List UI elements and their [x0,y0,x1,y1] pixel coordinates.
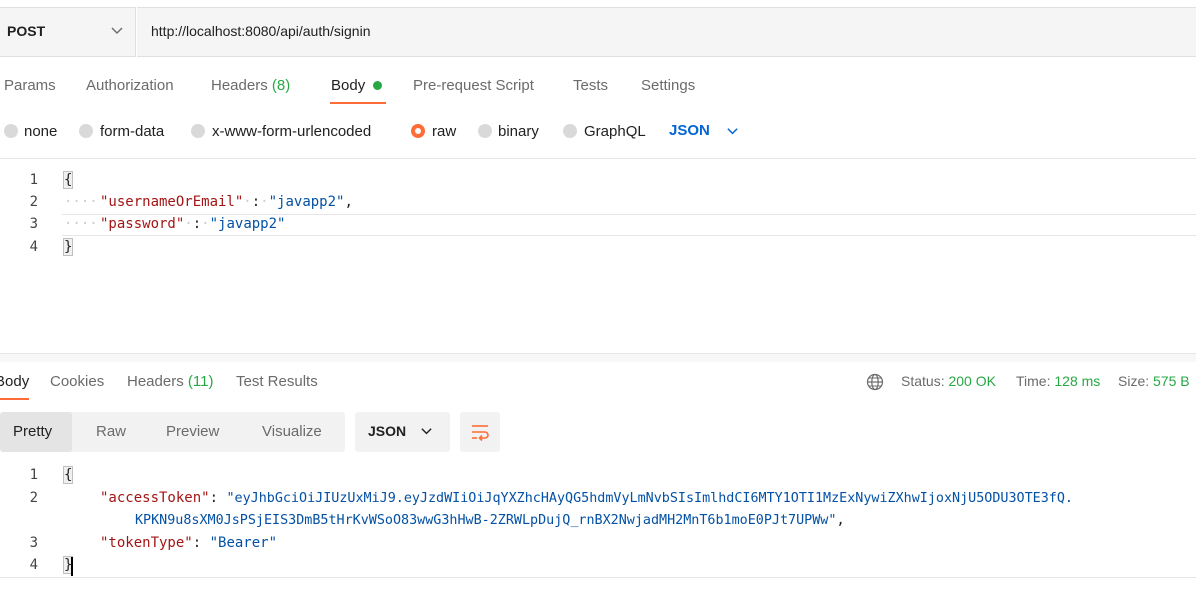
size-label[interactable]: Size: 575 B [1118,373,1190,389]
tab-headers[interactable]: Headers (8) [211,77,290,94]
open-brace: { [62,466,74,484]
radio-binary[interactable] [478,124,492,138]
view-mode-pretty[interactable]: Pretty [13,423,52,440]
tab-body[interactable]: Body [331,77,365,94]
globe-icon[interactable] [866,373,884,391]
body-indicator-dot [373,81,382,90]
line-number: 1 [29,467,38,483]
json-key: "tokenType" [100,535,193,551]
json-key: "accessToken" [100,490,210,506]
line-number: 3 [29,535,38,551]
status-label: Status: 200 OK [901,373,996,389]
response-format-label: JSON [368,423,407,439]
line-number: 4 [29,239,38,255]
time-value: 128 ms [1054,373,1101,389]
view-mode-raw[interactable]: Raw [96,423,126,440]
tab-settings[interactable]: Settings [641,77,695,94]
chevron-down-icon[interactable] [110,24,124,38]
response-tab-cookies[interactable]: Cookies [50,373,104,390]
json-value: "javapp2" [268,194,345,210]
json-value: "eyJhbGciOiJIUzUxMiJ9.eyJzdWIiOiJqYXZhcH… [226,491,1073,506]
response-tab-test-results[interactable]: Test Results [236,373,318,390]
radio-form-data-label: form-data [100,123,165,140]
chevron-down-icon [421,428,432,435]
wrap-lines-icon [472,425,489,442]
response-tab-headers[interactable]: Headers (11) [127,373,213,390]
line-number: 2 [29,194,38,210]
code-line-2-wrap: KPKN9u8sXM0JsPSjEIS3DmB5tHrKvWSoO83wwG3h… [135,512,845,528]
time-label[interactable]: Time: 128 ms [1016,373,1100,389]
open-brace: { [62,171,74,189]
line-number: 3 [29,216,38,232]
pane-resizer[interactable] [0,354,1196,362]
response-tab-headers-count: (11) [187,373,214,390]
url-value: http://localhost:8080/api/auth/signin [151,23,371,39]
radio-raw[interactable] [411,124,425,138]
tab-authorization[interactable]: Authorization [86,77,174,94]
code-line-3: "tokenType": "Bearer" [100,535,278,551]
radio-urlencoded[interactable] [191,124,205,138]
size-value: 575 B [1153,373,1190,389]
current-line-highlight [62,214,1196,236]
close-brace: } [62,238,74,256]
tab-headers-count: (8) [271,77,291,94]
method-label: POST [7,23,46,39]
view-mode-preview[interactable]: Preview [166,423,219,440]
line-number: 4 [29,557,38,573]
indent-guide: ···· [64,194,98,210]
tab-pre-request-script[interactable]: Pre-request Script [413,77,534,94]
text-cursor [71,557,73,576]
json-value: KPKN9u8sXM0JsPSjEIS3DmB5tHrKvWSoO83wwG3h… [135,513,837,528]
radio-raw-label: raw [432,123,457,140]
radio-none-label: none [24,123,58,140]
code-line-2: "accessToken": "eyJhbGciOiJIUzUxMiJ9.eyJ… [100,490,1073,506]
status-value: 200 OK [948,373,996,389]
tab-tests[interactable]: Tests [573,77,608,94]
radio-graphql-label: GraphQL [584,123,646,140]
response-tab-body[interactable]: Body [0,373,29,390]
radio-form-data[interactable] [79,124,93,138]
tab-params[interactable]: Params [4,77,56,94]
json-key: "usernameOrEmail" [100,194,244,210]
active-tab-underline [330,102,386,104]
line-number: 1 [29,172,38,188]
raw-format-select[interactable]: JSON [669,122,710,139]
response-tab-headers-label: Headers [127,373,184,390]
divider [0,158,1196,159]
divider [0,577,1196,578]
code-line-2: "usernameOrEmail"·:·"javapp2", [100,194,353,210]
view-mode-visualize[interactable]: Visualize [262,423,322,440]
json-value: "Bearer" [209,535,278,551]
radio-none[interactable] [4,124,18,138]
line-number: 2 [29,490,38,506]
tab-headers-label: Headers [211,77,268,94]
response-tab-underline [0,398,29,400]
radio-binary-label: binary [498,123,539,140]
chevron-down-icon[interactable] [726,125,739,138]
radio-urlencoded-label: x-www-form-urlencoded [212,123,372,140]
radio-graphql[interactable] [563,124,577,138]
